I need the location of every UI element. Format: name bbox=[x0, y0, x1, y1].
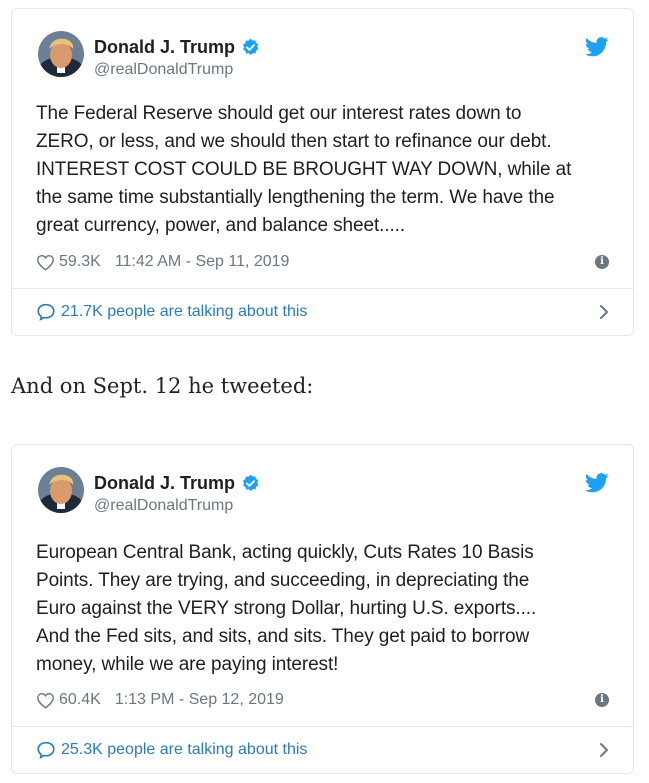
conversation-count[interactable]: 25.3K people are talking about this bbox=[61, 741, 307, 759]
tweet-card[interactable]: Donald J. Trump @realDonaldTrump Europea… bbox=[11, 444, 634, 774]
tweet-card[interactable]: Donald J. Trump @realDonaldTrump The Fed… bbox=[11, 8, 634, 336]
chevron-right-icon[interactable] bbox=[599, 304, 609, 320]
speech-bubble-icon bbox=[36, 303, 56, 321]
timestamp[interactable]: 1:13 PM - Sep 12, 2019 bbox=[115, 691, 284, 709]
tweet-text-line: Points. They are trying, and succeeding,… bbox=[36, 570, 530, 591]
tweet-text: European Central Bank, acting quickly, C… bbox=[36, 539, 615, 679]
handle[interactable]: @realDonaldTrump bbox=[94, 497, 260, 515]
conversation-link[interactable]: 25.3K people are talking about this bbox=[36, 737, 609, 763]
tweet-text: The Federal Reserve should get our inter… bbox=[36, 100, 615, 240]
tweet-meta: 59.3K 11:42 AM - Sep 11, 2019 i bbox=[36, 250, 609, 274]
twitter-bird-icon[interactable] bbox=[584, 37, 609, 57]
chevron-right-icon[interactable] bbox=[599, 742, 609, 758]
heart-icon[interactable] bbox=[36, 254, 55, 271]
conversation-count[interactable]: 21.7K people are talking about this bbox=[61, 303, 307, 321]
display-name[interactable]: Donald J. Trump bbox=[94, 473, 235, 494]
like-count[interactable]: 59.3K bbox=[59, 253, 101, 271]
divider bbox=[12, 288, 633, 289]
twitter-bird-icon[interactable] bbox=[584, 473, 609, 493]
tweet-text-line: And the Fed sits, and sits, and sits. Th… bbox=[36, 626, 530, 647]
tweet-text-line: ZERO, or less, and we should then start … bbox=[36, 131, 552, 152]
info-icon[interactable]: i bbox=[595, 693, 609, 707]
avatar[interactable] bbox=[38, 31, 84, 77]
timestamp[interactable]: 11:42 AM - Sep 11, 2019 bbox=[115, 253, 290, 271]
author-info[interactable]: Donald J. Trump @realDonaldTrump bbox=[94, 472, 260, 515]
tweet-text-line: European Central Bank, acting quickly, C… bbox=[36, 542, 534, 563]
tweet-header: Donald J. Trump @realDonaldTrump bbox=[36, 467, 613, 519]
verified-badge-icon bbox=[241, 38, 260, 57]
tweet-text-line: money, while we are paying interest! bbox=[36, 654, 339, 675]
tweet-header: Donald J. Trump @realDonaldTrump bbox=[36, 31, 613, 83]
avatar[interactable] bbox=[38, 467, 84, 513]
tweet-text-line: INTEREST COST COULD BE BROUGHT WAY DOWN,… bbox=[36, 159, 572, 180]
tweet-text-line: great currency, power, and balance sheet… bbox=[36, 215, 406, 236]
conversation-link[interactable]: 21.7K people are talking about this bbox=[36, 299, 609, 325]
info-icon[interactable]: i bbox=[595, 255, 609, 269]
author-info[interactable]: Donald J. Trump @realDonaldTrump bbox=[94, 36, 260, 79]
like-count[interactable]: 60.4K bbox=[59, 691, 101, 709]
display-name[interactable]: Donald J. Trump bbox=[94, 37, 235, 58]
tweet-text-line: The Federal Reserve should get our inter… bbox=[36, 103, 522, 124]
tweet-text-line: the same time substantially lengthening … bbox=[36, 187, 555, 208]
heart-icon[interactable] bbox=[36, 692, 55, 709]
divider bbox=[12, 726, 633, 727]
speech-bubble-icon bbox=[36, 741, 56, 759]
tweet-meta: 60.4K 1:13 PM - Sep 12, 2019 i bbox=[36, 688, 609, 712]
handle[interactable]: @realDonaldTrump bbox=[94, 61, 260, 79]
verified-badge-icon bbox=[241, 474, 260, 493]
tweet-text-line: Euro against the VERY strong Dollar, hur… bbox=[36, 598, 537, 619]
article-text: And on Sept. 12 he tweeted: bbox=[11, 374, 314, 398]
